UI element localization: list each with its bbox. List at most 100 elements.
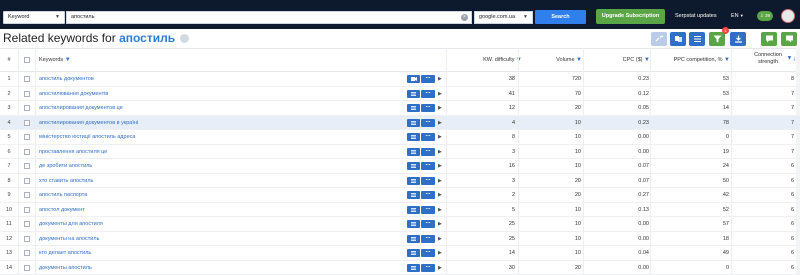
keyword-link[interactable]: апостиль документов <box>39 72 94 86</box>
row-checkbox[interactable] <box>24 119 30 126</box>
help-button[interactable] <box>781 32 797 46</box>
more-icon[interactable]: ... <box>421 248 435 257</box>
keyword-link[interactable]: де зробити апостиль <box>39 159 92 173</box>
table-row[interactable]: 14 документы апостиль... ▶ 30 20 0.00 0 6 <box>0 261 800 275</box>
keyword-link[interactable]: апостилювання документів <box>39 87 108 101</box>
keyword-link[interactable]: хто ставить апостиль <box>39 174 93 188</box>
search-input[interactable]: апостиль × <box>66 11 472 24</box>
keyword-link[interactable]: документы для апостиля <box>39 217 103 231</box>
row-checkbox[interactable] <box>24 105 30 111</box>
chat-button[interactable] <box>761 32 777 46</box>
col-competition[interactable]: PPC competition, % ▼ <box>652 49 730 72</box>
more-icon[interactable]: ... <box>421 205 435 214</box>
info-icon[interactable] <box>180 34 190 44</box>
row-checkbox[interactable] <box>24 90 30 97</box>
keyword-link[interactable]: документы на апостиль <box>39 232 99 246</box>
more-icon[interactable]: ... <box>421 132 435 141</box>
expand-arrow-icon[interactable]: ▶ <box>438 246 442 260</box>
serp-features-icon[interactable] <box>407 162 420 170</box>
more-icon[interactable]: ... <box>421 263 435 272</box>
search-type-select[interactable]: Keyword ▼ <box>3 11 65 24</box>
serp-features-icon[interactable] <box>407 263 420 272</box>
avatar[interactable] <box>781 9 795 23</box>
more-icon[interactable]: ... <box>421 176 435 185</box>
table-row[interactable]: 13 кто делает апостиль... ▶ 14 10 0.04 49 6 <box>0 246 800 261</box>
row-checkbox[interactable] <box>24 250 30 256</box>
keyword-link[interactable]: апостол документ <box>39 203 85 217</box>
serp-features-icon[interactable] <box>407 249 420 257</box>
more-icon[interactable]: ... <box>421 103 435 112</box>
row-checkbox[interactable] <box>24 235 30 242</box>
keyword-link[interactable]: кто делает апостиль <box>39 246 91 260</box>
table-row[interactable]: 8 хто ставить апостиль... ▶ 3 20 0.07 50 6 <box>0 174 800 188</box>
serp-features-icon[interactable] <box>407 147 420 156</box>
row-checkbox[interactable] <box>24 148 30 155</box>
serp-features-icon[interactable] <box>407 133 420 141</box>
keyword-link[interactable]: апостилирования документов в україні <box>39 116 138 130</box>
more-icon[interactable]: ... <box>421 234 435 243</box>
expand-arrow-icon[interactable]: ▶ <box>438 116 442 130</box>
expand-arrow-icon[interactable]: ▶ <box>438 261 442 275</box>
link-button[interactable] <box>651 32 667 46</box>
credits-badge[interactable]: ⇩ 39 <box>757 11 773 21</box>
col-keywords[interactable]: Keywords ▼ <box>39 49 71 72</box>
filter-button[interactable] <box>709 32 725 46</box>
serp-features-icon[interactable] <box>407 220 420 228</box>
table-row[interactable]: 5 міністерство юстиції апостиль адреса...… <box>0 130 800 145</box>
table-row[interactable]: 3 апостилирования документов це... ▶ 12 20 0.… <box>0 101 800 116</box>
expand-arrow-icon[interactable]: ▶ <box>438 101 442 115</box>
keyword-link[interactable]: міністерство юстиції апостиль адреса <box>39 130 135 144</box>
keyword-link[interactable]: документы апостиль <box>39 261 92 275</box>
table-row[interactable]: 2 апостилювання документів... ▶ 41 70 0.12 53 7 <box>0 87 800 101</box>
filter-icon[interactable]: ▼ <box>65 57 71 63</box>
serpstat-updates-link[interactable]: Serpstat updates <box>675 13 717 19</box>
expand-arrow-icon[interactable]: ▶ <box>438 87 442 101</box>
more-icon[interactable]: ... <box>421 89 435 98</box>
clear-icon[interactable]: × <box>461 14 468 21</box>
serp-features-icon[interactable] <box>407 89 420 98</box>
export-button[interactable] <box>730 32 746 46</box>
expand-arrow-icon[interactable]: ▶ <box>438 232 442 246</box>
row-checkbox[interactable] <box>24 163 30 169</box>
expand-arrow-icon[interactable]: ▶ <box>438 174 442 188</box>
col-cpc[interactable]: CPC ($) ▼ <box>585 49 650 72</box>
expand-arrow-icon[interactable]: ▶ <box>438 203 442 217</box>
serp-features-icon[interactable] <box>407 104 420 112</box>
expand-arrow-icon[interactable]: ▶ <box>438 72 442 86</box>
video-serp-icon[interactable] <box>407 75 420 83</box>
upgrade-button[interactable]: Upgrade Subscription <box>596 9 665 24</box>
expand-arrow-icon[interactable]: ▶ <box>438 217 442 231</box>
database-select[interactable]: google.com.ua ▼ <box>474 11 533 24</box>
row-checkbox[interactable] <box>24 221 30 227</box>
table-row[interactable]: 9 апостиль паспорта... ▶ 2 20 0.27 42 6 <box>0 188 800 203</box>
table-row[interactable]: 7 де зробити апостиль... ▶ 16 10 0.07 24 6 <box>0 159 800 174</box>
row-checkbox[interactable] <box>24 264 30 271</box>
col-volume[interactable]: Volume ▼ <box>520 49 582 72</box>
expand-arrow-icon[interactable]: ▶ <box>438 130 442 144</box>
more-icon[interactable]: ... <box>421 118 435 127</box>
table-row[interactable]: 1 апостиль документов... ▶ 38 720 0.23 53 8 <box>0 72 800 87</box>
table-row[interactable]: 10 апостол документ... ▶ 5 10 0.13 52 6 <box>0 203 800 217</box>
columns-button[interactable] <box>689 32 705 46</box>
keyword-link[interactable]: проставлення апостиля це <box>39 145 107 159</box>
table-row[interactable]: 4 апостилирования документов в україні...… <box>0 115 800 130</box>
serp-features-icon[interactable] <box>407 176 420 185</box>
row-checkbox[interactable] <box>24 134 30 140</box>
serp-features-icon[interactable] <box>407 191 420 199</box>
serp-features-icon[interactable] <box>407 118 420 127</box>
expand-arrow-icon[interactable]: ▶ <box>438 159 442 173</box>
serp-features-icon[interactable] <box>407 234 420 243</box>
row-checkbox[interactable] <box>24 177 30 184</box>
col-strength[interactable]: Connection strength ▼↓ <box>740 49 796 72</box>
filter-icon[interactable]: ▼ <box>576 57 582 63</box>
keyword-link[interactable]: апостилирования документов це <box>39 101 123 115</box>
language-select[interactable]: EN ▼ <box>731 13 744 19</box>
more-icon[interactable]: ... <box>421 219 435 228</box>
filter-icon[interactable]: ▼ <box>724 57 730 63</box>
table-row[interactable]: 11 документы для апостиля... ▶ 25 10 0.00 57 6 <box>0 217 800 232</box>
more-icon[interactable]: ... <box>421 190 435 199</box>
more-icon[interactable]: ... <box>421 161 435 170</box>
expand-arrow-icon[interactable]: ▶ <box>438 145 442 159</box>
table-row[interactable]: 6 проставлення апостиля це... ▶ 3 10 0.00 19 7 <box>0 145 800 159</box>
search-button[interactable]: Search <box>535 10 586 24</box>
